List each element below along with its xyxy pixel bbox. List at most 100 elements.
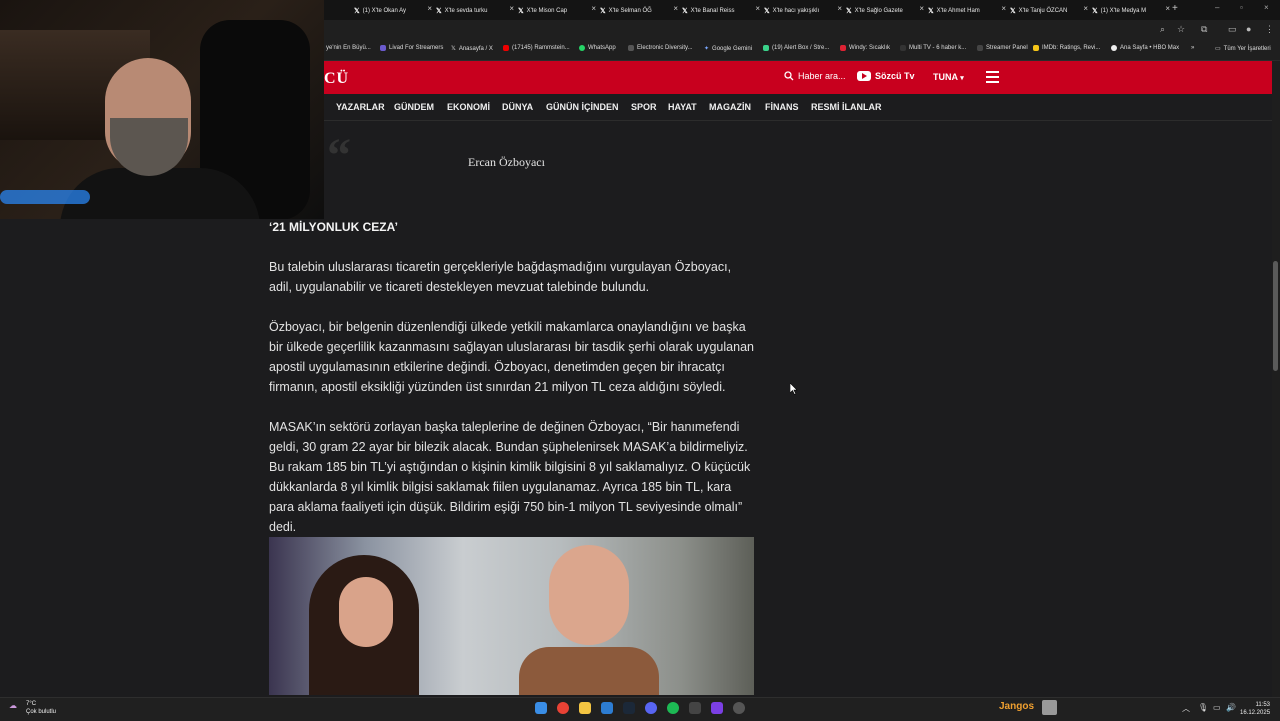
nav-item-gunun-icinden[interactable]: GÜNÜN İÇİNDEN [546,102,619,112]
article-paragraph: Özboyacı, bir belgenin düzenlendiği ülke… [269,320,754,394]
user-menu[interactable]: TUNA ▾ [933,72,964,82]
x-logo-icon: 𝕏 [846,7,852,15]
all-bookmarks-button[interactable]: ▭ Tüm Yer İşaretleri [1215,45,1271,53]
browser-tab[interactable]: 𝕏 X'te Mison Cap × [518,3,598,18]
close-icon[interactable]: × [919,4,924,13]
search-icon [784,71,794,81]
windows-start-icon[interactable] [535,702,547,714]
browser-tab[interactable]: 𝕏 (1) X'te Medya M × [1092,3,1172,18]
spotify-icon[interactable] [667,702,679,714]
menu-dots-icon[interactable]: ⋮ [1265,24,1274,35]
bookmark-item[interactable]: Multi TV - 6 haber k... [900,45,966,51]
new-tab-button[interactable]: + [1172,3,1178,14]
webcam-led-light [0,190,90,204]
close-icon[interactable]: × [509,4,514,13]
x-logo-icon: 𝕏 [1010,7,1016,15]
photo-face [549,545,629,645]
gemini-icon: ✦ [704,46,710,52]
bookmark-star-icon[interactable]: ☆ [1177,24,1185,35]
zoom-icon[interactable]: ⌕ [1160,24,1165,35]
discord-icon[interactable] [645,702,657,714]
windows-taskbar: 7°C Çok bulutlu ☁ Jangos ︿ 🎙 ▭ 🔊 11:53 1… [0,697,1280,721]
nav-item-gundem[interactable]: GÜNDEM [394,102,434,112]
nav-item-magazin[interactable]: MAGAZİN [709,102,751,112]
avatar [1042,700,1057,715]
microphone-icon[interactable]: 🎙 [1198,703,1208,712]
bookmark-item[interactable]: Streamer Panel [977,45,1028,51]
close-icon[interactable]: × [1001,4,1006,13]
x-logo-icon: 𝕏 [451,46,456,52]
bookmark-item[interactable]: Electronic Diversity... [628,45,693,51]
close-icon[interactable]: × [755,4,760,13]
bookmark-item[interactable]: IMDb: Ratings, Revi... [1033,45,1100,51]
site-logo[interactable]: CÜ [324,70,349,88]
close-icon[interactable]: × [591,4,596,13]
browser-tab[interactable]: 𝕏 X'te Tanju ÖZCAN × [1010,3,1090,18]
search-button[interactable]: Haber ara... [784,71,846,81]
app-icon[interactable] [711,702,723,714]
extensions-icon[interactable]: ⧉ [1201,24,1207,35]
steam-icon[interactable] [623,702,635,714]
nav-item-spor[interactable]: SPOR [631,102,657,112]
nav-item-yazarlar[interactable]: YAZARLAR [336,102,385,112]
play-icon [857,71,871,81]
bookmark-item[interactable]: Livad For Streamers [380,45,443,51]
scrollbar-thumb[interactable] [1273,261,1278,371]
bookmarks-more-button[interactable]: » [1191,45,1194,51]
system-clock[interactable]: 11:53 16.12.2025 [1240,701,1270,717]
browser-tab[interactable]: 𝕏 X'te Banal Reiss × [682,3,762,18]
nav-item-resmi-ilanlar[interactable]: RESMİ İLANLAR [811,102,882,112]
bookmark-item[interactable]: (17145) Rammstein... [503,45,570,51]
bookmark-item[interactable]: Windy: Sıcaklık [840,45,890,51]
page-scrollbar[interactable] [1272,61,1280,697]
photo-person [519,647,659,695]
browser-tab[interactable]: 𝕏 X'te sevda turku × [436,3,516,18]
article-photo [269,537,754,695]
browser-tab[interactable]: 𝕏 X'te hacı yakışıklı × [764,3,844,18]
file-explorer-icon[interactable] [579,702,591,714]
nav-item-finans[interactable]: FİNANS [765,102,799,112]
bookmark-item[interactable]: ye'nin En Büyü... [326,45,371,51]
chevron-up-icon[interactable]: ︿ [1182,703,1190,714]
browser-tab[interactable]: 𝕏 (1) X'te Okan Ay × [354,3,434,18]
bookmark-item[interactable]: WhatsApp [579,45,616,51]
close-icon[interactable]: × [1083,4,1088,13]
bookmark-item[interactable]: ✦ Google Gemini [704,45,752,53]
obs-icon[interactable] [733,702,745,714]
volume-icon[interactable]: 🔊 [1226,703,1236,712]
minimize-icon[interactable]: – [1215,3,1219,12]
app-icon[interactable] [689,702,701,714]
app-icon[interactable] [601,702,613,714]
windy-icon [840,45,846,51]
sozcu-tv-link[interactable]: Sözcü Tv [857,71,915,81]
close-icon[interactable]: × [1165,4,1170,13]
maximize-icon[interactable]: ▫ [1240,3,1243,12]
nav-item-hayat[interactable]: HAYAT [668,102,697,112]
bookmark-item[interactable]: Ana Sayfa • HBO Max [1111,45,1179,51]
close-icon[interactable]: × [427,4,432,13]
bookmark-icon [380,45,386,51]
close-icon[interactable]: × [673,4,678,13]
profile-icon[interactable]: ● [1246,24,1251,34]
streamlabs-icon [763,45,769,51]
nav-item-ekonomi[interactable]: EKONOMİ [447,102,490,112]
article-paragraph: Bu talebin uluslararası ticaretin gerçek… [269,260,732,294]
photo-face [339,577,393,647]
close-window-icon[interactable]: × [1264,3,1269,12]
x-logo-icon: 𝕏 [518,7,524,15]
browser-tab[interactable]: 𝕏 X'te Selman ÖĞ × [600,3,680,18]
browser-tab[interactable]: 𝕏 X'te Ahmet Ham × [928,3,1008,18]
network-icon[interactable]: ▭ [1213,703,1221,712]
chrome-icon[interactable] [557,702,569,714]
nav-item-dunya[interactable]: DÜNYA [502,102,533,112]
mouse-cursor-icon [790,383,798,395]
article-subheading: ‘21 MİLYONLUK CEZA’ [269,220,398,234]
hamburger-menu-icon[interactable] [986,71,999,86]
browser-tab[interactable]: 𝕏 X'te Sağlo Gazete × [846,3,926,18]
bookmark-item[interactable]: 𝕏 Anasayfa / X [451,45,493,53]
bookmark-item[interactable]: (19) Alert Box / Stre... [763,45,829,51]
whatsapp-icon [579,45,585,51]
close-icon[interactable]: × [837,4,842,13]
chevron-down-icon: ▾ [960,75,964,82]
sidebar-icon[interactable]: ▭ [1228,24,1237,35]
